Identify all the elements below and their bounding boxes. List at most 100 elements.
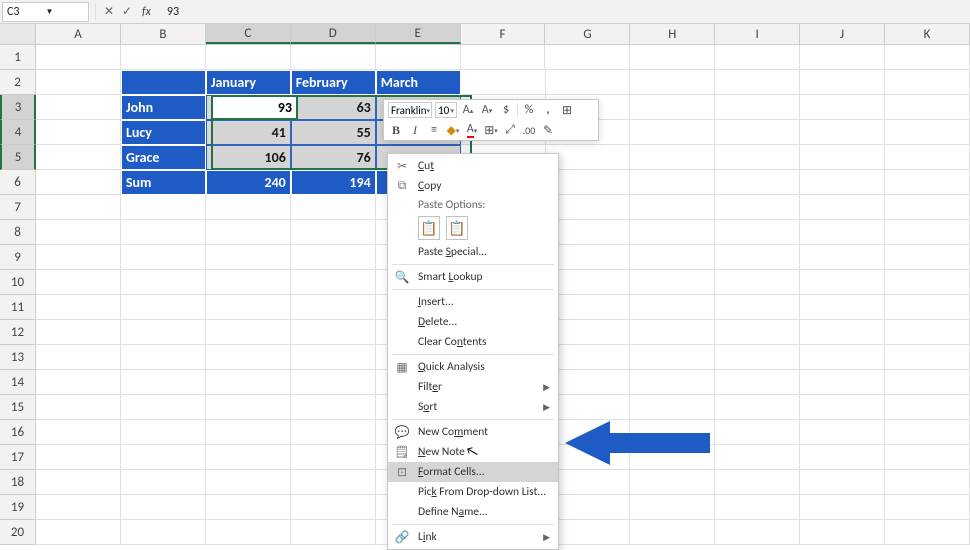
fx-icon[interactable]: fx [142,5,151,19]
ctx-insert[interactable]: Insert... [388,292,558,312]
row-header[interactable]: 16 [0,420,36,445]
col-header-C[interactable]: C [206,24,291,44]
sum-cell[interactable]: 240 [206,170,291,195]
cancel-icon[interactable]: ✕ [100,4,118,19]
fill-color-icon[interactable]: ◆▾ [445,122,461,138]
col-header-I[interactable]: I [715,24,800,44]
paste-option-btn[interactable]: 📋 [418,216,440,240]
row-header[interactable]: 4 [0,120,36,145]
column-headers: A B C D E F G H I J K [0,24,970,45]
row-header[interactable]: 17 [0,445,36,470]
formula-bar-value[interactable]: 93 [157,5,179,19]
ctx-sort[interactable]: Sort▶ [388,397,558,417]
col-header-A[interactable]: A [36,24,121,44]
ctx-format-cells[interactable]: ⊡Format Cells... [388,462,558,482]
row-header[interactable]: 19 [0,495,36,520]
context-menu: ✂Cut ⧉Copy Paste Options: 📋 📋 Paste Spec… [387,153,559,550]
row-name[interactable]: John [121,95,206,120]
align-icon[interactable]: ≡ [426,122,442,138]
merge-icon[interactable]: ⤢ [502,122,518,138]
row-header[interactable]: 1 [0,45,36,70]
row-header[interactable]: 11 [0,295,36,320]
ctx-define-name[interactable]: Define Name... [388,502,558,522]
name-box-value: C3 [7,5,46,19]
col-header-H[interactable]: H [630,24,715,44]
table-icon[interactable]: ⊞ [559,102,575,118]
col-header-B[interactable]: B [121,24,206,44]
ctx-quick-analysis[interactable]: ▦Quick Analysis [388,357,558,377]
col-header-E[interactable]: E [376,24,461,44]
row-header[interactable]: 7 [0,195,36,220]
increase-font-icon[interactable]: A▴ [460,102,476,118]
sum-cell[interactable]: 194 [291,170,376,195]
decimal-icon[interactable]: .00 [521,122,537,138]
ctx-paste-header: Paste Options: [388,196,558,214]
row-header[interactable]: 2 [0,70,36,95]
table-cell[interactable]: 106 [206,145,291,170]
separator [392,289,554,290]
ctx-paste-special[interactable]: Paste Special... [388,242,558,262]
table-header[interactable]: March [376,70,461,95]
ctx-filter[interactable]: Filter▶ [388,377,558,397]
font-color-icon[interactable]: A▾ [464,122,480,138]
grid[interactable]: 1 2 January February March 3 John 93 63 … [0,45,970,545]
row-name[interactable]: Grace [121,145,206,170]
row-header[interactable]: 20 [0,520,36,545]
row-header[interactable]: 14 [0,370,36,395]
ctx-smart-lookup[interactable]: 🔍Smart Lookup [388,267,558,287]
accept-icon[interactable]: ✓ [118,4,136,19]
row-header[interactable]: 15 [0,395,36,420]
table-header[interactable]: January [206,70,291,95]
row-name[interactable]: Lucy [121,120,206,145]
name-box[interactable]: C3 ▼ [2,2,89,22]
font-size-selector[interactable]: 10▾ [435,102,457,118]
ctx-copy[interactable]: ⧉Copy [388,176,558,196]
table-cell[interactable]: 41 [206,120,291,145]
chevron-right-icon: ▶ [543,382,550,393]
ctx-pick-from-list[interactable]: Pick From Drop-down List... [388,482,558,502]
row-header[interactable]: 18 [0,470,36,495]
ctx-clear-contents[interactable]: Clear Contents [388,332,558,352]
paste-option-btn[interactable]: 📋 [446,216,468,240]
ctx-delete[interactable]: Delete... [388,312,558,332]
format-painter-icon[interactable]: ✎ [540,122,556,138]
currency-icon[interactable]: $ [498,102,514,118]
table-cell[interactable]: 76 [291,145,376,170]
row-header[interactable]: 6 [0,170,36,195]
row-header[interactable]: 5 [0,145,36,170]
col-header-J[interactable]: J [800,24,885,44]
col-header-F[interactable]: F [461,24,546,44]
bold-icon[interactable]: B [388,122,404,138]
table-cell[interactable]: 63 [291,95,376,120]
col-header-D[interactable]: D [291,24,376,44]
font-selector[interactable]: Franklin▾ [388,102,432,118]
decrease-font-icon[interactable]: A▾ [479,102,495,118]
comment-icon: 💬 [394,425,410,440]
border-icon[interactable]: ⊞▾ [483,122,499,138]
row-header[interactable]: 9 [0,245,36,270]
table-cell[interactable] [121,70,206,95]
row-header[interactable]: 13 [0,345,36,370]
italic-icon[interactable]: I [407,122,423,138]
select-all-corner[interactable] [0,24,36,44]
separator [392,264,554,265]
col-header-K[interactable]: K [885,24,970,44]
ctx-cut[interactable]: ✂Cut [388,156,558,176]
table-cell[interactable]: 55 [291,120,376,145]
ctx-link[interactable]: 🔗Link▶ [388,527,558,547]
mini-toolbar: Franklin▾ 10▾ A▴ A▾ $ % , ⊞ B I ≡ ◆▾ A▾ … [383,99,599,141]
row-header[interactable]: 10 [0,270,36,295]
chevron-down-icon[interactable]: ▼ [46,7,85,17]
sum-label[interactable]: Sum [121,170,206,195]
separator [392,419,554,420]
comma-icon[interactable]: , [540,102,556,118]
col-header-G[interactable]: G [545,24,630,44]
ctx-new-comment[interactable]: 💬New Comment [388,422,558,442]
row-header[interactable]: 12 [0,320,36,345]
row-header[interactable]: 8 [0,220,36,245]
row-header[interactable]: 3 [0,95,36,120]
ctx-new-note[interactable]: 🗒New Note [388,442,558,462]
table-cell[interactable]: 93 [206,95,291,120]
percent-icon[interactable]: % [521,102,537,118]
table-header[interactable]: February [291,70,376,95]
